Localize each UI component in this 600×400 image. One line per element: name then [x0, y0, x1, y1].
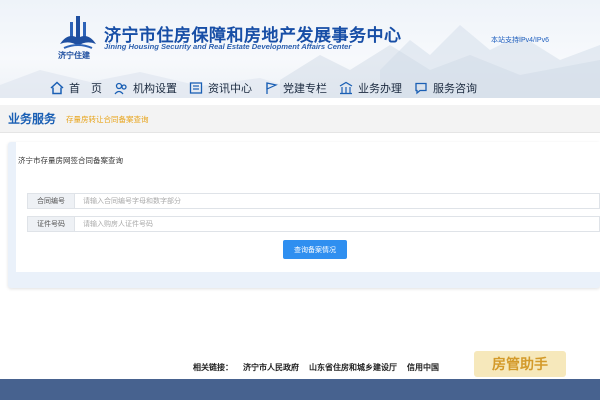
- query-panel-title: 济宁市存量房网签合同备案查询: [18, 156, 123, 165]
- nav-item-news[interactable]: 资讯中心: [189, 80, 252, 96]
- site-header: 济宁住建 济宁市住房保障和房地产发展事务中心 Jining Housing Se…: [0, 0, 600, 98]
- id-number-input[interactable]: [75, 216, 600, 232]
- query-filing-button[interactable]: 查询备案情况: [283, 240, 347, 259]
- id-number-label: 证件号码: [27, 216, 75, 232]
- contract-number-label: 合同编号: [27, 193, 75, 209]
- nav-item-consulting[interactable]: 服务咨询: [414, 80, 477, 96]
- main-nav: 首 页 机构设置 资讯中心 党建专栏 业务办理 服务咨询: [50, 78, 489, 98]
- news-icon: [189, 81, 203, 95]
- watermark-badge: 房管助手: [474, 351, 566, 377]
- business-services-title: 业务服务: [8, 112, 57, 126]
- site-subtitle: Jining Housing Security and Real Estate …: [104, 42, 352, 51]
- id-number-row: 证件号码: [27, 216, 600, 232]
- home-icon: [50, 81, 64, 95]
- people-icon: [114, 81, 128, 95]
- watermark-text: 房管助手: [492, 356, 548, 372]
- contract-number-input[interactable]: [75, 193, 600, 209]
- nav-item-party-building[interactable]: 党建专栏: [264, 80, 327, 96]
- contract-number-row: 合同编号: [27, 193, 600, 209]
- nav-label: 服务咨询: [433, 83, 477, 95]
- nav-item-home[interactable]: 首 页: [50, 80, 102, 96]
- related-links: 相关链接： 济宁市人民政府 山东省住房和城乡建设厅 信用中国: [193, 362, 449, 373]
- chat-icon: [414, 81, 428, 95]
- nav-label: 党建专栏: [283, 83, 327, 95]
- flag-icon: [264, 81, 278, 95]
- link-jining-government[interactable]: 济宁市人民政府: [243, 362, 299, 373]
- related-links-prefix: 相关链接：: [193, 363, 233, 372]
- nav-label: 机构设置: [133, 83, 177, 95]
- link-credit-china[interactable]: 信用中国: [407, 362, 439, 373]
- logo-caption: 济宁住建: [58, 50, 90, 60]
- nav-label: 业务办理: [358, 83, 402, 95]
- footer-bar: [0, 379, 600, 400]
- link-shandong-housing-department[interactable]: 山东省住房和城乡建设厅: [309, 362, 397, 373]
- nav-item-business[interactable]: 业务办理: [339, 80, 402, 96]
- nav-label: 首 页: [69, 83, 102, 95]
- building-icon: [339, 81, 353, 95]
- ipv6-support-text: 本站支持IPv4/IPv6: [491, 37, 549, 44]
- nav-label: 资讯中心: [208, 83, 252, 95]
- nav-item-organization[interactable]: 机构设置: [114, 80, 177, 96]
- business-services-bar: 业务服务 存量房转让合同备案查询: [0, 105, 600, 133]
- contract-filing-query-link[interactable]: 存量房转让合同备案查询: [66, 114, 149, 125]
